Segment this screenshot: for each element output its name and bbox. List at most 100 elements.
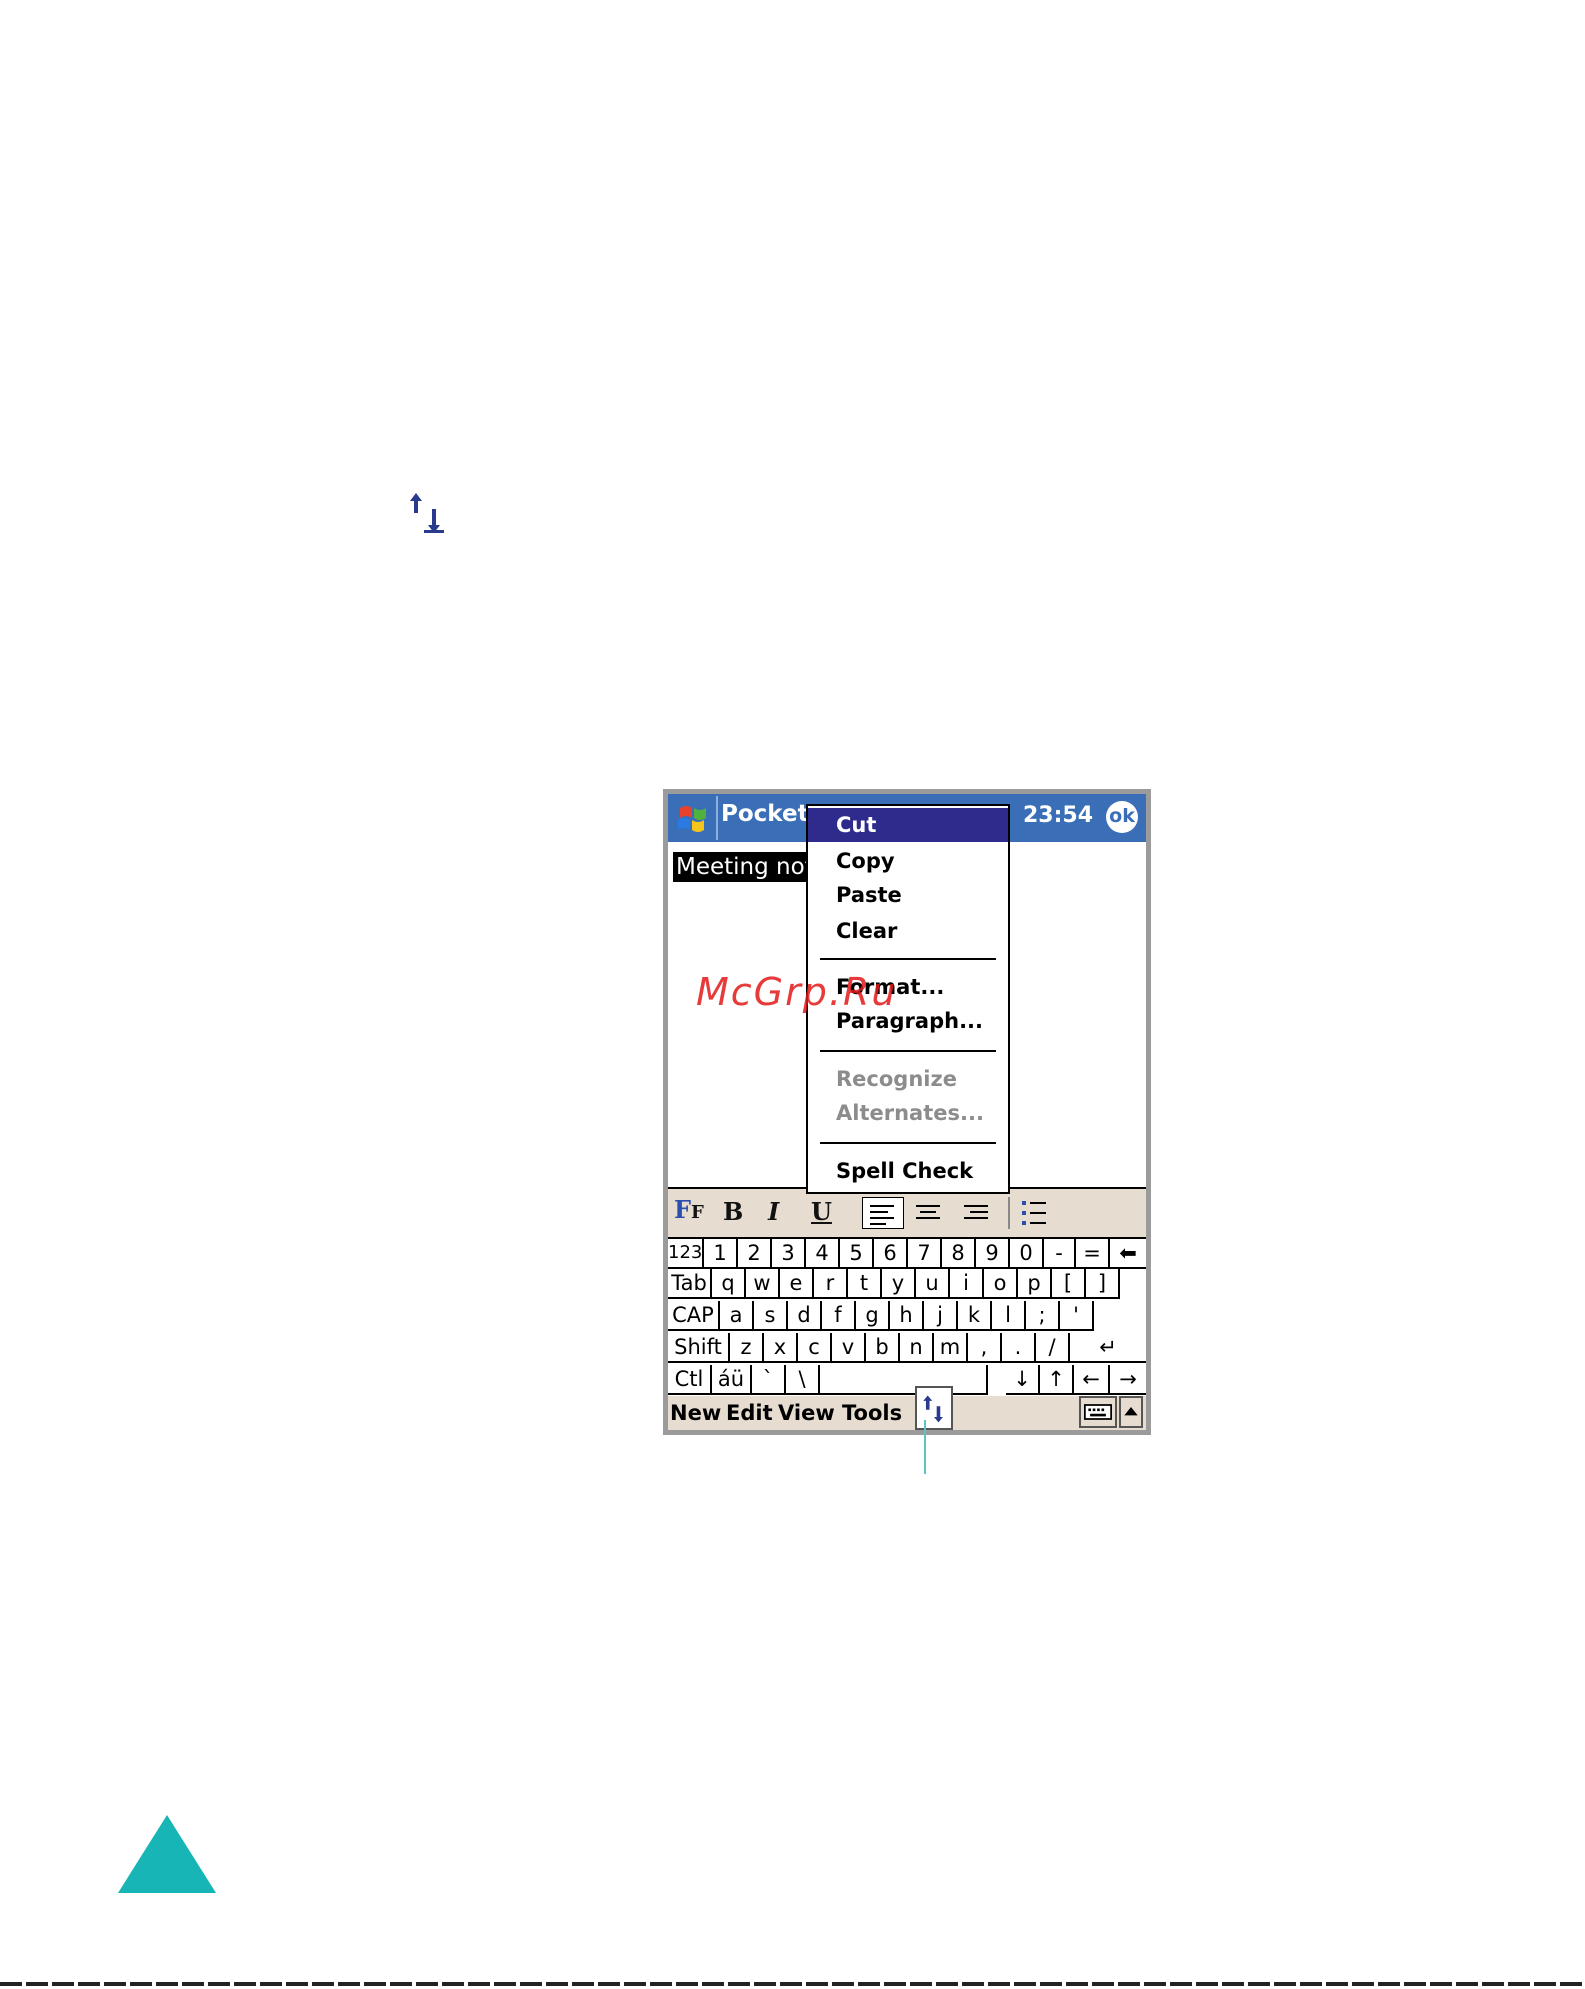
- bold-button[interactable]: B: [723, 1197, 743, 1226]
- keyboard-row-4: Shift z x c v b n m , . / ↵: [668, 1333, 1146, 1365]
- align-center-icon[interactable]: [912, 1201, 944, 1225]
- key[interactable]: f: [822, 1301, 856, 1331]
- key-enter[interactable]: ↵: [1070, 1333, 1146, 1363]
- key[interactable]: b: [866, 1333, 900, 1363]
- key[interactable]: c: [798, 1333, 832, 1363]
- menu-bar: New Edit View Tools: [668, 1386, 1146, 1430]
- keyboard-row-1: 123 1 2 3 4 5 6 7 8 9 0 - = ⬅: [668, 1237, 1146, 1269]
- key-ctl[interactable]: Ctl: [668, 1365, 712, 1395]
- key[interactable]: 7: [908, 1239, 942, 1269]
- key[interactable]: ': [1060, 1301, 1094, 1331]
- menu-item-copy[interactable]: Copy: [808, 844, 1008, 878]
- key[interactable]: 0: [1010, 1239, 1044, 1269]
- key[interactable]: 3: [772, 1239, 806, 1269]
- key[interactable]: a: [720, 1301, 754, 1331]
- ok-button[interactable]: ok: [1106, 801, 1138, 833]
- menu-new[interactable]: New: [670, 1401, 721, 1425]
- key-123[interactable]: 123: [668, 1239, 704, 1269]
- key[interactable]: `: [752, 1365, 786, 1395]
- selected-text[interactable]: Meeting not: [673, 852, 817, 882]
- key[interactable]: .: [1002, 1333, 1036, 1363]
- key[interactable]: l: [992, 1301, 1026, 1331]
- key[interactable]: x: [764, 1333, 798, 1363]
- key[interactable]: 2: [738, 1239, 772, 1269]
- key[interactable]: o: [984, 1269, 1018, 1299]
- key[interactable]: n: [900, 1333, 934, 1363]
- key[interactable]: r: [814, 1269, 848, 1299]
- underline-button[interactable]: U: [811, 1197, 832, 1226]
- clock[interactable]: 23:54: [1023, 803, 1093, 828]
- key[interactable]: p: [1018, 1269, 1052, 1299]
- menu-item-clear[interactable]: Clear: [808, 914, 1008, 948]
- key[interactable]: t: [848, 1269, 882, 1299]
- triangle-marker: [118, 1815, 216, 1893]
- key[interactable]: ,: [968, 1333, 1002, 1363]
- key[interactable]: /: [1036, 1333, 1070, 1363]
- title-separator: [716, 796, 718, 840]
- toolbar-separator: [1008, 1197, 1010, 1229]
- key[interactable]: g: [856, 1301, 890, 1331]
- key-down[interactable]: ↓: [1006, 1365, 1040, 1395]
- windows-start-icon[interactable]: [672, 798, 714, 838]
- menu-edit[interactable]: Edit: [726, 1401, 773, 1425]
- key[interactable]: ]: [1086, 1269, 1120, 1299]
- key[interactable]: 8: [942, 1239, 976, 1269]
- key[interactable]: j: [924, 1301, 958, 1331]
- key[interactable]: s: [754, 1301, 788, 1331]
- sync-icon[interactable]: [915, 1386, 953, 1430]
- key-accents[interactable]: áü: [712, 1365, 752, 1395]
- device-screen: Pocket ◷ ▬ ⋲ 23:54 ok Meeting not FF B I…: [668, 794, 1146, 1430]
- key-caps[interactable]: CAP: [668, 1301, 720, 1331]
- key[interactable]: z: [730, 1333, 764, 1363]
- align-right-icon[interactable]: [960, 1201, 992, 1225]
- menu-item-cut[interactable]: Cut: [808, 808, 1008, 842]
- key-backspace[interactable]: ⬅: [1110, 1239, 1146, 1269]
- key[interactable]: ;: [1026, 1301, 1060, 1331]
- key[interactable]: 1: [704, 1239, 738, 1269]
- menu-separator: [820, 1142, 996, 1144]
- bottom-rule: [0, 1982, 1585, 1986]
- keyboard-row-3: CAP a s d f g h j k l ; ': [668, 1301, 1146, 1333]
- italic-button[interactable]: I: [768, 1197, 779, 1226]
- key[interactable]: i: [950, 1269, 984, 1299]
- key[interactable]: w: [746, 1269, 780, 1299]
- key[interactable]: v: [832, 1333, 866, 1363]
- key[interactable]: u: [916, 1269, 950, 1299]
- menu-view[interactable]: View: [778, 1401, 835, 1425]
- key[interactable]: d: [788, 1301, 822, 1331]
- key[interactable]: k: [958, 1301, 992, 1331]
- key[interactable]: 9: [976, 1239, 1010, 1269]
- font-icon[interactable]: FF: [674, 1195, 704, 1224]
- chevron-up-icon[interactable]: [1119, 1396, 1143, 1428]
- key[interactable]: 4: [806, 1239, 840, 1269]
- key[interactable]: -: [1044, 1239, 1076, 1269]
- key[interactable]: 6: [874, 1239, 908, 1269]
- key-right[interactable]: →: [1110, 1365, 1146, 1395]
- key[interactable]: q: [712, 1269, 746, 1299]
- keyboard-icon[interactable]: [1079, 1396, 1117, 1428]
- key[interactable]: m: [934, 1333, 968, 1363]
- align-left-icon[interactable]: [862, 1197, 904, 1229]
- key-left[interactable]: ←: [1074, 1365, 1110, 1395]
- device-screenshot: Pocket ◷ ▬ ⋲ 23:54 ok Meeting not FF B I…: [663, 789, 1151, 1435]
- key-up[interactable]: ↑: [1040, 1365, 1074, 1395]
- key[interactable]: \: [786, 1365, 820, 1395]
- key[interactable]: h: [890, 1301, 924, 1331]
- menu-item-recognize: Recognize: [836, 1067, 957, 1091]
- key-tab[interactable]: Tab: [668, 1269, 712, 1299]
- key[interactable]: y: [882, 1269, 916, 1299]
- keyboard-row-5: Ctl áü ` \ ↓ ↑ ← →: [668, 1365, 1146, 1397]
- key[interactable]: [: [1052, 1269, 1086, 1299]
- key-shift[interactable]: Shift: [668, 1333, 730, 1363]
- watermark: McGrp.Ru: [696, 970, 898, 1014]
- menu-tools[interactable]: Tools: [842, 1401, 902, 1425]
- menu-item-alternates: Alternates...: [836, 1101, 984, 1125]
- key[interactable]: 5: [840, 1239, 874, 1269]
- key[interactable]: e: [780, 1269, 814, 1299]
- key[interactable]: =: [1076, 1239, 1110, 1269]
- keyboard-row-2: Tab q w e r t y u i o p [ ]: [668, 1269, 1146, 1301]
- menu-item-spell-check[interactable]: Spell Check: [808, 1154, 1008, 1188]
- bullets-icon[interactable]: [1020, 1197, 1050, 1229]
- key-space[interactable]: [820, 1365, 988, 1395]
- menu-item-paste[interactable]: Paste: [808, 878, 1008, 912]
